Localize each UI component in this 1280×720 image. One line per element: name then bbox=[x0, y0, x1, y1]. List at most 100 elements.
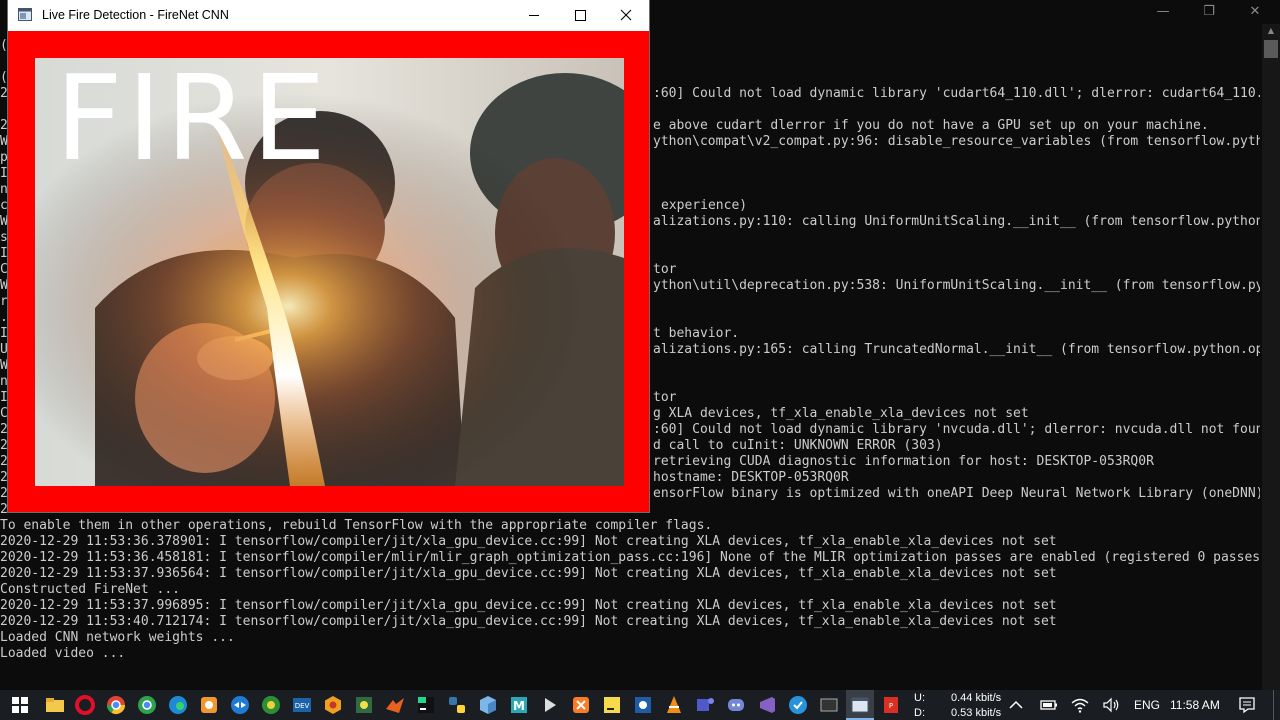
matlab-icon[interactable] bbox=[384, 694, 406, 716]
discord-icon[interactable] bbox=[725, 694, 747, 716]
3d-box-icon[interactable] bbox=[477, 694, 499, 716]
net-upload-speed: 0.44 kbit/s bbox=[951, 692, 1002, 704]
console-line-fragment: ( bbox=[0, 38, 8, 53]
notification-center-icon[interactable] bbox=[1236, 694, 1258, 716]
volume-icon[interactable] bbox=[1100, 694, 1122, 716]
console-line-fragment: I bbox=[0, 246, 8, 261]
console-line-fragment: 2 bbox=[0, 502, 8, 517]
maximize-icon[interactable] bbox=[557, 0, 603, 31]
console-line: alizations.py:110: calling UniformUnitSc… bbox=[653, 214, 1260, 229]
minimize-icon[interactable] bbox=[511, 0, 557, 31]
cv-window-icon bbox=[851, 697, 869, 713]
fire-detection-window: Live Fire Detection - FireNet CNN FIRE bbox=[8, 0, 649, 512]
wifi-icon[interactable] bbox=[1069, 694, 1091, 716]
mendeley-icon[interactable]: M bbox=[508, 694, 530, 716]
console-line: ensorFlow binary is optimized with oneAP… bbox=[653, 486, 1260, 501]
console-line-fragment: 2 bbox=[0, 86, 8, 101]
fire-alert-frame: FIRE bbox=[8, 31, 649, 512]
console-line: 2020-12-29 11:53:36.458181: I tensorflow… bbox=[0, 550, 1260, 565]
console-line-fragment: I bbox=[0, 390, 8, 405]
browser-app-icon[interactable] bbox=[260, 694, 282, 716]
console-line: 2020-12-29 11:53:37.936564: I tensorflow… bbox=[0, 566, 1057, 581]
vlc-icon[interactable] bbox=[663, 694, 685, 716]
svg-text:P: P bbox=[889, 702, 893, 710]
console-line-fragment: W bbox=[0, 134, 8, 149]
battery-icon[interactable] bbox=[1038, 694, 1060, 716]
window-title: Live Fire Detection - FireNet CNN bbox=[42, 8, 229, 22]
console-line-fragment: 2 bbox=[0, 486, 8, 501]
console-line-fragment: I bbox=[0, 166, 8, 181]
close-icon[interactable] bbox=[603, 0, 649, 31]
console-line-fragment: U bbox=[0, 342, 8, 357]
edge-icon[interactable] bbox=[167, 694, 189, 716]
fire-detection-label: FIRE bbox=[55, 58, 331, 187]
fire-detection-titlebar[interactable]: Live Fire Detection - FireNet CNN bbox=[8, 0, 649, 31]
console-line: tor bbox=[653, 262, 677, 277]
media-player-icon[interactable] bbox=[539, 694, 561, 716]
active-taskbar-slot[interactable] bbox=[846, 690, 874, 720]
console-line: hostname: DESKTOP-053RQ0R bbox=[653, 470, 849, 485]
console-line: e above cudart dlerror if you do not hav… bbox=[653, 118, 1209, 133]
console-line: experience) bbox=[661, 198, 748, 213]
app-window-icon bbox=[18, 8, 32, 21]
console-close-button[interactable]: ✕ bbox=[1232, 0, 1278, 24]
svg-text:M: M bbox=[513, 699, 525, 713]
chevron-up-icon[interactable] bbox=[1005, 694, 1027, 716]
console-line: 2020-12-29 11:53:36.378901: I tensorflow… bbox=[0, 534, 1057, 549]
console-line-fragment: W bbox=[0, 358, 8, 373]
show-desktop-divider[interactable] bbox=[1273, 690, 1274, 720]
visual-studio-icon[interactable] bbox=[756, 694, 778, 716]
console-line: g XLA devices, tf_xla_enable_xla_devices… bbox=[653, 406, 1029, 421]
net-download-label: D: bbox=[914, 707, 925, 719]
console-line-fragment: 2 bbox=[0, 454, 8, 469]
scroll-up-arrow-icon[interactable]: ▲ bbox=[1262, 24, 1280, 38]
svg-text:DEV: DEV bbox=[295, 702, 310, 710]
console-line: t behavior. bbox=[653, 326, 740, 341]
blue-app-icon[interactable] bbox=[787, 694, 809, 716]
console-line: To enable them in other operations, rebu… bbox=[0, 518, 713, 533]
console-line-fragment: c bbox=[0, 198, 8, 213]
console-line-fragment: W bbox=[0, 214, 8, 229]
chrome-icon[interactable] bbox=[105, 694, 127, 716]
xampp-icon[interactable] bbox=[570, 694, 592, 716]
console-line: Loaded CNN network weights ... bbox=[0, 630, 235, 645]
console-line-fragment: 2 bbox=[0, 118, 8, 133]
clock[interactable]: 11:58 AM bbox=[1170, 698, 1220, 712]
console-line: 2020-12-29 11:53:40.712174: I tensorflow… bbox=[0, 614, 1057, 629]
photos-app-icon[interactable] bbox=[632, 694, 654, 716]
paint-app-icon[interactable] bbox=[198, 694, 220, 716]
console-line: Loaded video ... bbox=[0, 646, 126, 661]
language-indicator[interactable]: ENG bbox=[1134, 698, 1160, 712]
console-line-fragment: C bbox=[0, 406, 8, 421]
console-line-fragment: r bbox=[0, 294, 8, 309]
net-download-speed: 0.53 kbit/s bbox=[951, 707, 1002, 719]
pycharm-app-icon[interactable] bbox=[353, 694, 375, 716]
console-line: Constructed FireNet ... bbox=[0, 582, 181, 597]
app-hexagon-icon[interactable] bbox=[322, 694, 344, 716]
file-explorer-icon[interactable] bbox=[44, 694, 66, 716]
pycharm-icon[interactable] bbox=[415, 694, 437, 716]
teamviewer-icon[interactable] bbox=[229, 694, 251, 716]
console-app-icon[interactable] bbox=[818, 694, 840, 716]
sticky-notes-icon[interactable] bbox=[601, 694, 623, 716]
console-line-fragment: s bbox=[0, 230, 8, 245]
taskbar: DEV M P U: D: 0.44 kbit/s 0.53 kbit/s EN… bbox=[0, 690, 1280, 720]
python-icon[interactable] bbox=[446, 694, 468, 716]
console-line: 2020-12-29 11:53:37.996895: I tensorflow… bbox=[0, 598, 1057, 613]
scrollbar-thumb[interactable] bbox=[1264, 40, 1278, 58]
opera-icon[interactable] bbox=[74, 694, 96, 716]
console-line-fragment: I bbox=[0, 326, 8, 341]
chrome-profile-icon[interactable] bbox=[136, 694, 158, 716]
console-line-fragment: W bbox=[0, 278, 8, 293]
windows-start-icon[interactable] bbox=[9, 694, 31, 716]
console-minimize-button[interactable]: — bbox=[1140, 0, 1186, 24]
console-line: retrieving CUDA diagnostic information f… bbox=[653, 454, 1154, 469]
console-line: d call to cuInit: UNKNOWN ERROR (303) bbox=[653, 438, 943, 453]
dev-tool-icon[interactable]: DEV bbox=[291, 694, 313, 716]
console-scrollbar[interactable] bbox=[1262, 24, 1280, 690]
console-restore-button[interactable]: ❐ bbox=[1186, 0, 1232, 24]
console-line-fragment: 2 bbox=[0, 470, 8, 485]
pdf-reader-icon[interactable]: P bbox=[880, 694, 902, 716]
console-line: ython\compat\v2_compat.py:96: disable_re… bbox=[653, 134, 1260, 149]
teams-icon[interactable] bbox=[694, 694, 716, 716]
